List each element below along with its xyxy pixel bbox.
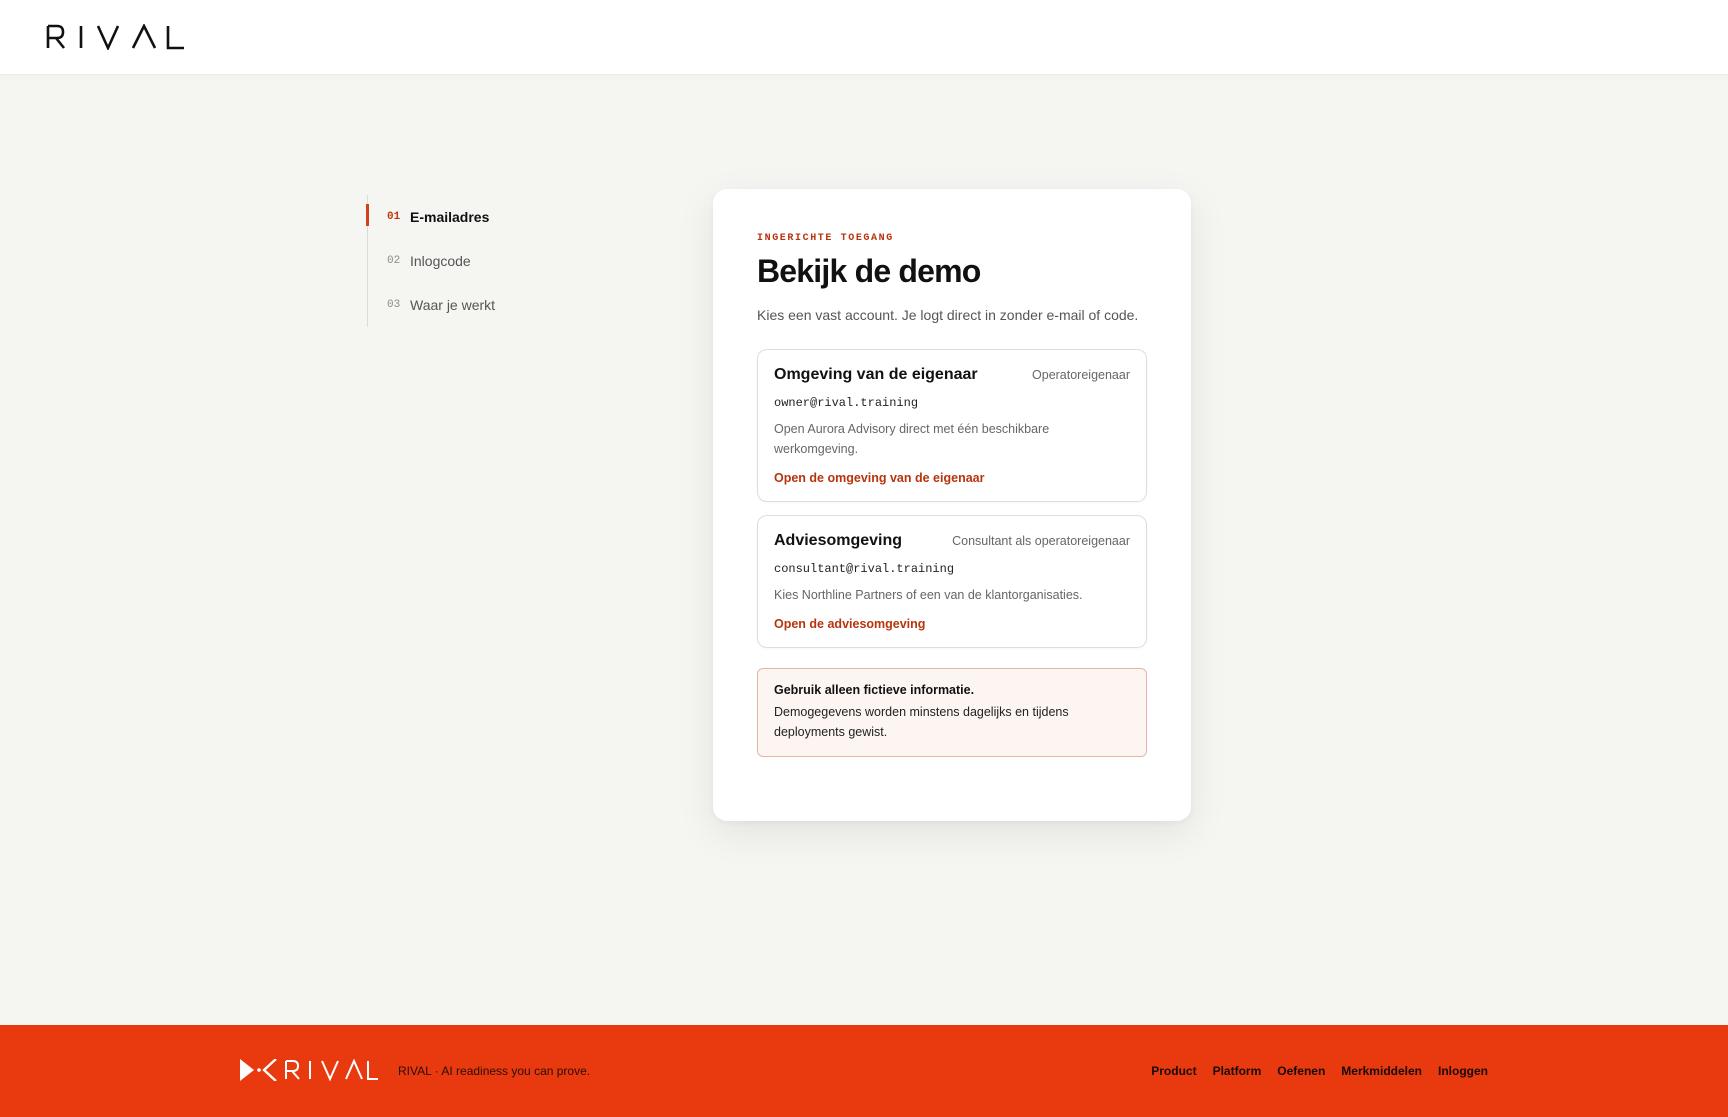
card-eyebrow: INGERICHTE TOEGANG	[757, 233, 894, 244]
step-number: 03	[387, 299, 401, 311]
account-email: consultant@rival.training	[774, 561, 955, 576]
account-owner[interactable]: Omgeving van de eigenaar Operatoreigenaa…	[757, 349, 1147, 502]
account-role: Consultant als operatoreigenaar	[952, 533, 1130, 548]
notice-text: Demogegevens worden minstens dagelijks e…	[774, 705, 1069, 739]
step-workplace[interactable]: 03 Waar je werkt	[368, 283, 607, 327]
step-email[interactable]: 01 E-mailadres	[366, 195, 607, 239]
page-title: Bekijk de demo	[757, 253, 981, 289]
account-header: Adviesomgeving Consultant als operatorei…	[774, 532, 1130, 550]
account-name: Adviesomgeving	[774, 531, 903, 549]
top-header	[0, 0, 1728, 75]
account-consultant[interactable]: Adviesomgeving Consultant als operatorei…	[757, 514, 1147, 649]
rival-play-logo-icon	[240, 1058, 378, 1082]
demo-card: INGERICHTE TOEGANG Bekijk de demo Kies e…	[713, 189, 1191, 821]
account-role: Operatoreigenaar	[1032, 368, 1130, 383]
footer-link-product[interactable]: Product	[1151, 1064, 1196, 1078]
site-footer: RIVAL · AI readiness you can prove. Prod…	[0, 1025, 1728, 1117]
footer-link-brand-assets[interactable]: Merkmiddelen	[1341, 1064, 1422, 1078]
footer-link-practice[interactable]: Oefenen	[1277, 1064, 1325, 1078]
fictional-data-notice: Gebruik alleen fictieve informatie. Demo…	[757, 668, 1147, 758]
open-advisory-environment-link[interactable]: Open de adviesomgeving	[774, 617, 1130, 631]
account-name: Omgeving van de eigenaar	[774, 366, 978, 384]
footer-link-login[interactable]: Inloggen	[1438, 1064, 1488, 1078]
step-label: Inlogcode	[410, 253, 471, 269]
rival-logo[interactable]	[46, 24, 186, 50]
login-steps: 01 E-mailadres 02 Inlogcode 03 Waar je w…	[366, 195, 607, 327]
account-email: owner@rival.training	[774, 396, 919, 411]
notice-title: Gebruik alleen fictieve informatie.	[774, 683, 975, 698]
footer-logo[interactable]	[240, 1058, 378, 1086]
open-owner-environment-link[interactable]: Open de omgeving van de eigenaar	[774, 471, 1130, 485]
account-description: Kies Northline Partners of een van de kl…	[774, 587, 1083, 602]
footer-tagline: RIVAL · AI readiness you can prove.	[398, 1064, 591, 1078]
step-label: E-mailadres	[410, 209, 490, 225]
account-header: Omgeving van de eigenaar Operatoreigenaa…	[774, 366, 1130, 384]
step-number: 01	[387, 211, 401, 223]
step-login-code[interactable]: 02 Inlogcode	[368, 239, 607, 283]
step-number: 02	[387, 255, 401, 267]
footer-nav: Product Platform Oefenen Merkmiddelen In…	[1151, 1064, 1488, 1078]
step-label: Waar je werkt	[410, 297, 496, 313]
rival-wordmark-icon	[46, 24, 184, 50]
card-subtitle: Kies een vast account. Je logt direct in…	[757, 307, 1139, 324]
footer-link-platform[interactable]: Platform	[1213, 1064, 1262, 1078]
account-description: Open Aurora Advisory direct met één besc…	[774, 422, 1050, 456]
